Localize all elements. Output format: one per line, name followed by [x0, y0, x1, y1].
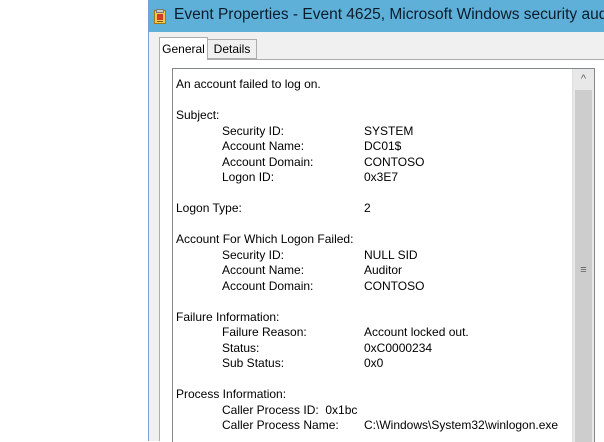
event-description-textbox[interactable]: An account failed to log on. Subject: Se… [172, 68, 595, 442]
process-info-heading: Process Information: [176, 387, 287, 401]
subject-heading: Subject: [176, 108, 220, 122]
event-description-text: An account failed to log on. Subject: Se… [176, 77, 566, 434]
event-summary: An account failed to log on. [176, 77, 321, 91]
window-title: Event Properties - Event 4625, Microsoft… [174, 6, 604, 23]
vertical-scrollbar[interactable]: ^ ≡ [572, 69, 594, 442]
title-bar[interactable]: Event Properties - Event 4625, Microsoft… [149, 0, 604, 32]
logon-type-value: 2 [364, 201, 371, 215]
field-label: Sub Status: [222, 356, 285, 370]
field-label: Account Name: [222, 139, 305, 153]
field-label: Account Name: [222, 263, 305, 277]
field-row: Status: 0xC0000234 [176, 341, 566, 357]
field-row: Sub Status: 0x0 [176, 356, 566, 372]
field-row: Failure Reason: Account locked out. [176, 325, 566, 341]
field-row: Caller Process ID: 0x1bc [176, 403, 566, 419]
field-value: C:\Windows\System32\winlogon.exe [364, 418, 559, 432]
scroll-up-arrow-icon[interactable]: ^ [573, 69, 594, 90]
field-label: Caller Process Name: [222, 418, 339, 432]
field-label: Status: [222, 340, 260, 355]
field-row: Account Domain: CONTOSO [176, 155, 566, 171]
field-value: 0xC0000234 [364, 340, 433, 355]
field-value: CONTOSO [364, 278, 425, 293]
field-value: Account locked out. [364, 325, 469, 339]
field-row: Account Name: DC01$ [176, 139, 566, 155]
field-row: Security ID: SYSTEM [176, 124, 566, 140]
scroll-thumb[interactable]: ≡ [575, 90, 592, 442]
caller-id-value: 0x1bc [325, 402, 358, 417]
tab-details[interactable]: Details [208, 39, 257, 59]
field-row: Caller Process Name: C:\Windows\System32… [176, 418, 566, 434]
field-row: Account Name: Auditor [176, 263, 566, 279]
field-value: SYSTEM [364, 123, 414, 138]
field-label: Security ID: [222, 123, 285, 138]
field-value: 0x3E7 [364, 170, 399, 184]
field-row: Security ID: NULL SID [176, 248, 566, 264]
field-label: Security ID: [222, 247, 285, 262]
field-value: 0x0 [364, 356, 384, 370]
field-label: Logon ID: [222, 170, 275, 184]
field-label: Account Domain: [222, 278, 314, 293]
field-row: Logon Type: 2 [176, 201, 566, 217]
field-value: Auditor [364, 263, 403, 277]
field-row: Account Domain: CONTOSO [176, 279, 566, 295]
caller-id-label: Caller Process ID: [222, 402, 319, 417]
field-label: Caller Process ID: 0x1bc [222, 403, 357, 417]
field-value: CONTOSO [364, 154, 425, 169]
field-value: NULL SID [364, 247, 418, 262]
field-value: DC01$ [364, 139, 402, 153]
failed-account-heading: Account For Which Logon Failed: [176, 232, 354, 246]
grip-icon: ≡ [580, 264, 587, 276]
logon-type-label: Logon Type: [176, 201, 242, 215]
field-label: Account Domain: [222, 154, 314, 169]
tab-general[interactable]: General [159, 37, 208, 60]
event-log-icon [154, 9, 166, 24]
field-label: Failure Reason: [222, 325, 307, 339]
general-tab-panel: An account failed to log on. Subject: Se… [159, 59, 604, 442]
event-properties-window: Event Properties - Event 4625, Microsoft… [148, 0, 604, 442]
failure-info-heading: Failure Information: [176, 309, 280, 324]
field-row: Logon ID: 0x3E7 [176, 170, 566, 186]
